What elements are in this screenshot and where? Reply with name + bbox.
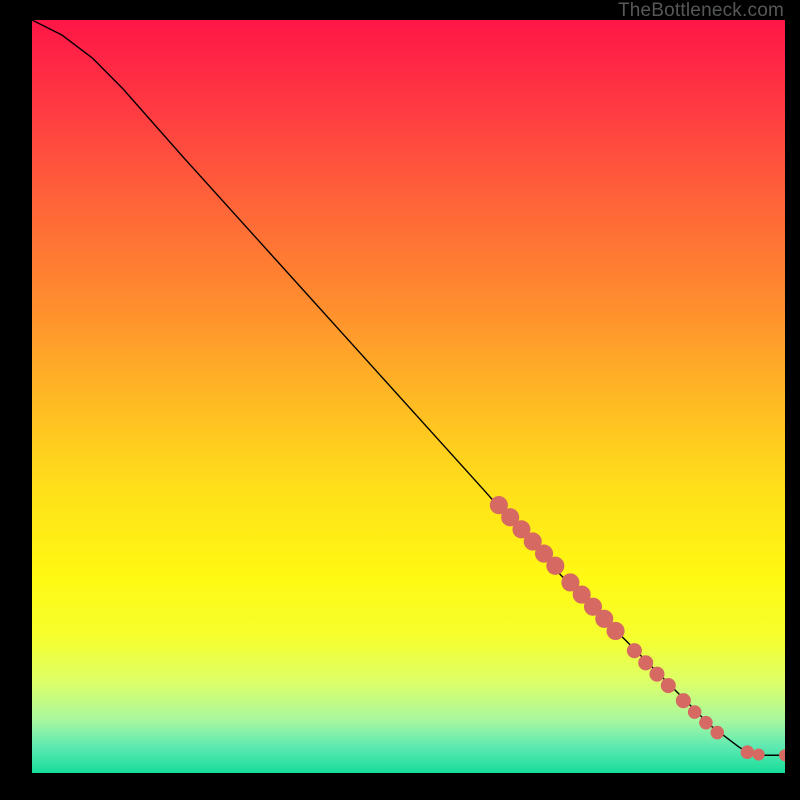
curve-marker	[710, 726, 724, 740]
plot-area	[32, 20, 785, 778]
curve-marker	[753, 748, 765, 760]
curve-marker	[699, 716, 713, 730]
curve-marker	[638, 655, 653, 670]
curve-markers	[490, 496, 785, 761]
curve-marker	[649, 667, 664, 682]
curve-marker	[661, 678, 676, 693]
curve-line	[32, 20, 785, 755]
curve-marker	[607, 622, 625, 640]
curve-marker	[741, 745, 755, 759]
curve-marker	[627, 643, 642, 658]
curve-marker	[546, 557, 564, 575]
curve-marker	[779, 749, 785, 761]
curve-marker	[676, 693, 691, 708]
curve-layer	[32, 20, 785, 778]
curve-marker	[688, 705, 702, 719]
chart-frame: TheBottleneck.com	[0, 0, 800, 800]
watermark-text: TheBottleneck.com	[618, 0, 784, 22]
